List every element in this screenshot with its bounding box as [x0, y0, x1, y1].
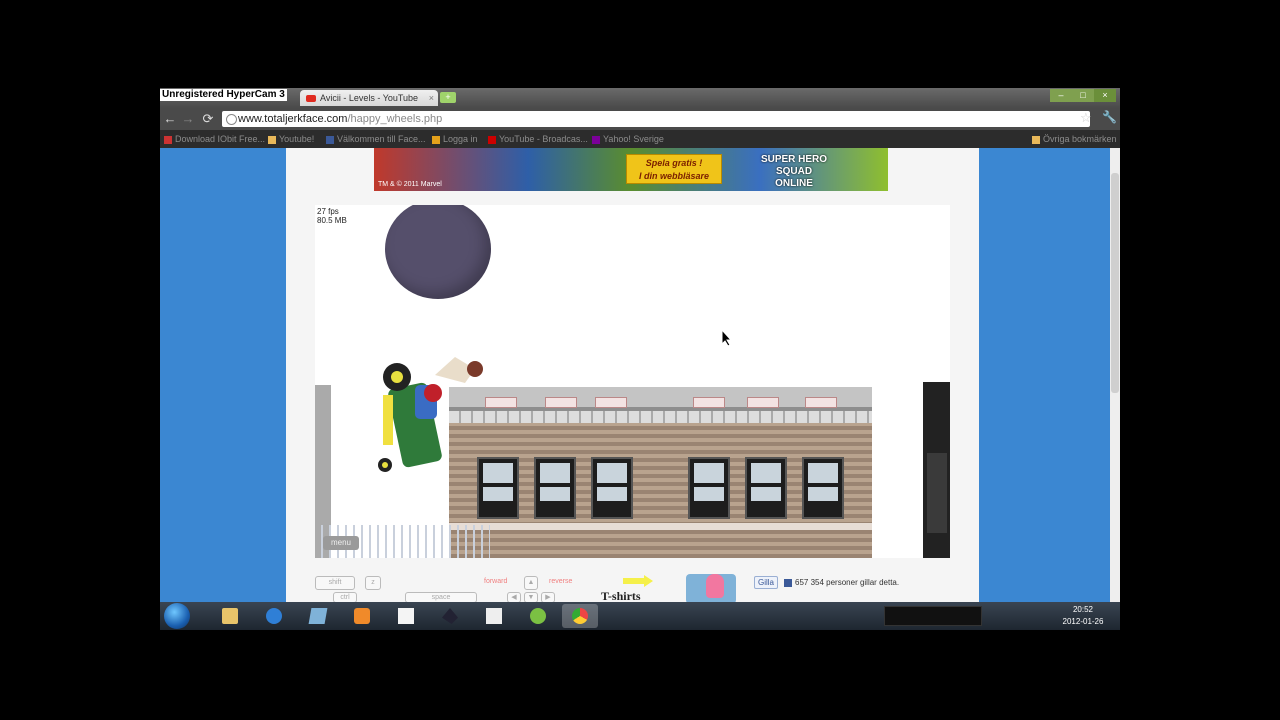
- tab-youtube[interactable]: Avicii - Levels - YouTube ×: [300, 90, 438, 106]
- taskbar-notepad[interactable]: [388, 604, 424, 628]
- globe-icon: [226, 114, 237, 125]
- browser-window: Avicii - Levels - YouTube × + – □ × ← → …: [160, 88, 1120, 630]
- banner-play-button[interactable]: Spela gratis ! I din webbläsare: [626, 154, 722, 184]
- new-tab-button[interactable]: +: [440, 92, 456, 103]
- label-reverse: reverse: [549, 578, 573, 585]
- bookmarks-bar: Download IObit Free... Youtube! Välkomme…: [160, 130, 1120, 148]
- facebook-icon: [784, 578, 793, 587]
- bookmark-icon: [432, 135, 440, 144]
- app-icon: [442, 608, 458, 624]
- game-canvas[interactable]: 27 fps 80.5 MB menu: [315, 205, 950, 558]
- roof-panel: [485, 397, 517, 408]
- key-up: ▲: [524, 576, 538, 590]
- building-window: [802, 457, 844, 519]
- tab-title: Avicii - Levels - YouTube: [320, 93, 419, 103]
- roof-panel: [595, 397, 627, 408]
- taskbar-spotify[interactable]: [520, 604, 556, 628]
- banner-logo: SUPER HERO SQUAD ONLINE: [760, 154, 828, 189]
- clock[interactable]: 20:52 2012-01-26: [1060, 604, 1106, 628]
- start-button[interactable]: [164, 603, 190, 629]
- url-host: www.totaljerkface.com: [238, 113, 348, 125]
- taskbar-app[interactable]: [300, 604, 336, 628]
- roof-panel: [693, 397, 725, 408]
- taskbar-explorer[interactable]: [212, 604, 248, 628]
- character-image: [706, 574, 724, 598]
- taskbar-chrome[interactable]: [562, 604, 598, 628]
- bookmark-item[interactable]: Youtube!: [268, 133, 314, 145]
- spotify-icon: [530, 608, 546, 624]
- building-window: [591, 457, 633, 519]
- building-window: [477, 457, 519, 519]
- moon: [385, 205, 491, 299]
- key-shift: shift: [315, 576, 355, 590]
- folder-icon: [222, 608, 238, 624]
- browser-toolbar: ← → ⟳ www.totaljerkface.com/happy_wheels…: [160, 108, 1120, 130]
- media-player-icon: [354, 608, 370, 624]
- building-window: [688, 457, 730, 519]
- ad-banner[interactable]: Spela gratis ! I din webbläsare SUPER HER…: [374, 148, 888, 191]
- bookmark-item[interactable]: Download IObit Free...: [164, 133, 265, 145]
- app-icon: [308, 608, 328, 624]
- tshirts-link[interactable]: T-shirts: [601, 589, 641, 603]
- like-button[interactable]: Gilla: [754, 576, 779, 589]
- yahoo-icon: [592, 135, 600, 144]
- page-viewport: Spela gratis ! I din webbläsare SUPER HER…: [160, 148, 1110, 603]
- tab-close-icon[interactable]: ×: [429, 90, 434, 106]
- dark-structure-panel: [927, 453, 947, 533]
- document-icon: [398, 608, 414, 624]
- wrench-icon[interactable]: 🔧: [1102, 110, 1117, 124]
- minimize-button[interactable]: –: [1050, 89, 1072, 102]
- taskbar-internet-explorer[interactable]: [256, 604, 292, 628]
- debris: [435, 357, 483, 383]
- folder-icon: [268, 135, 276, 144]
- hypercam-watermark: Unregistered HyperCam 3: [160, 89, 287, 101]
- key-z: z: [365, 576, 381, 590]
- internet-explorer-icon: [266, 608, 282, 624]
- bookmark-item[interactable]: Yahoo! Sverige: [592, 133, 664, 145]
- building-ledge: [449, 523, 872, 530]
- url-path: /happy_wheels.php: [347, 113, 443, 125]
- bookmark-item[interactable]: Välkommen till Face...: [326, 133, 426, 145]
- forward-button[interactable]: →: [180, 111, 196, 127]
- fps-readout: 27 fps 80.5 MB: [317, 207, 347, 225]
- other-bookmarks[interactable]: Övriga bokmärken: [1032, 133, 1117, 145]
- title-bar: Avicii - Levels - YouTube × + – □ ×: [160, 88, 1120, 108]
- facebook-like: Gilla 657 354 personer gillar detta.: [754, 576, 900, 589]
- bookmark-item[interactable]: Logga in: [432, 133, 478, 145]
- clock-time: 20:52: [1072, 605, 1094, 614]
- system-tray-icons[interactable]: [986, 610, 1046, 620]
- facebook-icon: [326, 135, 334, 144]
- address-bar[interactable]: www.totaljerkface.com/happy_wheels.php: [222, 111, 1090, 127]
- bookmark-icon: [164, 135, 172, 144]
- like-count: 657 354 personer gillar detta.: [795, 578, 900, 587]
- menu-button[interactable]: menu: [323, 536, 359, 550]
- taskbar-app-dark[interactable]: [432, 604, 468, 628]
- building-window: [745, 457, 787, 519]
- roof-panel: [747, 397, 779, 408]
- clock-date: 2012-01-26: [1062, 617, 1104, 626]
- recorder-controls[interactable]: [884, 606, 982, 626]
- windows-taskbar: 20:52 2012-01-26: [160, 602, 1120, 630]
- close-button[interactable]: ×: [1094, 89, 1116, 102]
- building-window: [534, 457, 576, 519]
- banner-copyright: TM & © 2011 Marvel: [378, 181, 442, 188]
- mouse-cursor-icon: [721, 329, 733, 347]
- reload-button[interactable]: ⟳: [200, 111, 216, 127]
- bookmark-star-icon[interactable]: ☆: [1080, 110, 1092, 126]
- maximize-button[interactable]: □: [1072, 89, 1094, 102]
- bookmark-item[interactable]: YouTube - Broadcas...: [488, 133, 588, 145]
- taskbar-media[interactable]: [344, 604, 380, 628]
- youtube-icon: [488, 135, 496, 144]
- youtube-icon: [306, 95, 316, 103]
- label-forward: forward: [484, 578, 508, 585]
- roof-panel: [805, 397, 837, 408]
- back-button[interactable]: ←: [162, 111, 178, 127]
- document-icon: [486, 608, 502, 624]
- cornice: [449, 411, 872, 423]
- chrome-icon: [572, 608, 588, 624]
- taskbar-document[interactable]: [476, 604, 512, 628]
- folder-icon: [1032, 135, 1040, 144]
- roof-panel: [545, 397, 577, 408]
- scroll-thumb[interactable]: [1111, 173, 1119, 393]
